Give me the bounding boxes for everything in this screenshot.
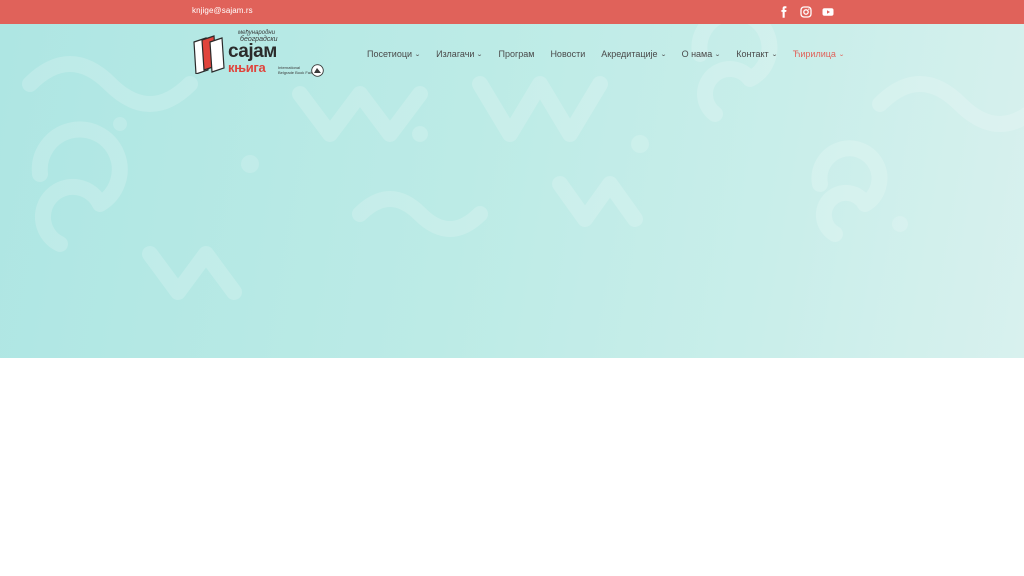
instagram-icon[interactable]: [800, 6, 812, 18]
nav-item-language[interactable]: Ћирилица ⌄: [792, 49, 845, 59]
logo-line-6: Belgrade Book Fair: [278, 70, 313, 75]
chevron-down-icon: ⌄: [414, 51, 421, 58]
nav-item-visitors[interactable]: Посетиоци ⌄: [367, 49, 421, 59]
nav-item-label: Посетиоци: [367, 49, 413, 59]
nav-item-about[interactable]: О нама ⌄: [682, 49, 721, 59]
youtube-icon[interactable]: [822, 6, 834, 18]
social-links: [778, 6, 834, 18]
nav-item-label: Новости: [550, 49, 586, 59]
logo-line-4: књига: [228, 60, 266, 75]
books-logo-icon: [193, 35, 225, 74]
contact-email-link[interactable]: knjige@sajam.rs: [192, 6, 253, 15]
logo-line-3: сајам: [228, 41, 277, 62]
chevron-down-icon: ⌄: [659, 51, 667, 58]
page-content: [0, 358, 1024, 576]
top-bar: knjige@sajam.rs: [0, 0, 1024, 24]
nav-item-exhibitors[interactable]: Излагачи ⌄: [436, 49, 484, 59]
site-logo[interactable]: међународни београдски сајам књига Inter…: [192, 30, 326, 80]
nav-item-label: О нама: [681, 49, 713, 59]
nav-item-news[interactable]: Новости: [550, 49, 585, 59]
nav-item-label: Контакт: [736, 49, 769, 59]
chevron-down-icon: ⌄: [770, 51, 778, 58]
main-navigation: Посетиоци ⌄ Излагачи ⌄ Програм Новости А…: [367, 49, 860, 59]
nav-item-label: Ћирилица: [792, 49, 836, 59]
book-seal-icon: [311, 64, 324, 77]
nav-item-contact[interactable]: Контакт ⌄: [736, 49, 778, 59]
nav-item-label: Акредитације: [601, 49, 658, 59]
nav-item-accreditations[interactable]: Акредитације ⌄: [601, 49, 667, 59]
chevron-down-icon: ⌄: [476, 51, 484, 58]
background-pattern: [22, 24, 1024, 300]
facebook-icon[interactable]: [778, 6, 790, 18]
nav-item-program[interactable]: Програм: [498, 49, 534, 59]
nav-item-label: Излагачи: [436, 49, 475, 59]
chevron-down-icon: ⌄: [714, 51, 722, 58]
hero-banner: [0, 24, 1024, 358]
chevron-down-icon: ⌄: [838, 51, 845, 58]
nav-item-label: Програм: [498, 49, 535, 59]
